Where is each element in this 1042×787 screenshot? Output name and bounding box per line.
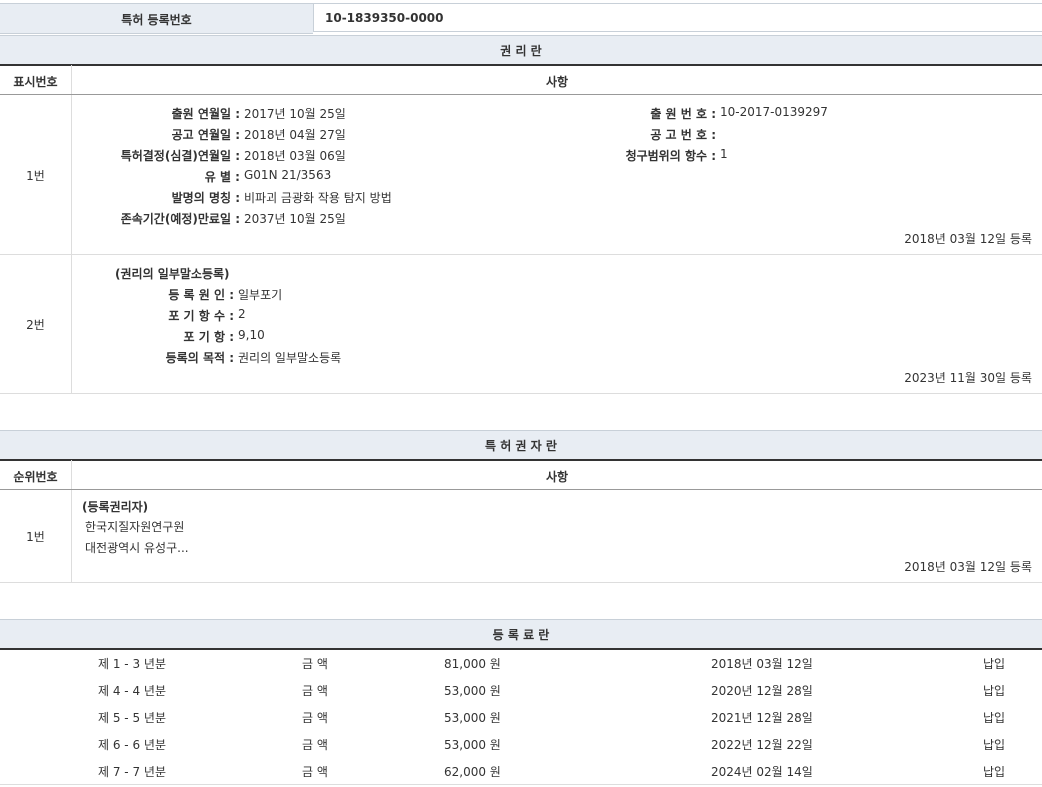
fee-paid-date: 2022년 12월 22일 <box>711 736 813 753</box>
registration-date: 2023년 11월 30일 등록 <box>904 369 1032 386</box>
fee-period: 제 4 - 4 년분 <box>98 682 166 699</box>
holder-name: 한국지질자원연구원 <box>85 518 184 535</box>
rights-section-title: 권 리 란 <box>0 36 1042 59</box>
fee-paid-date: 2024년 02월 14일 <box>711 763 813 780</box>
claims-count-value: 1 <box>720 147 728 161</box>
invention-title-value: 비파괴 금광화 작용 탐지 방법 <box>244 189 392 206</box>
claims-count-label: 청구범위의 항수 : <box>626 147 716 164</box>
patent-reg-value: 10-1839350-0000 <box>325 11 444 25</box>
application-number-label: 출 원 번 호 : <box>650 105 716 122</box>
reg-purpose-label: 등록의 목적 : <box>166 349 234 366</box>
fee-period: 제 5 - 5 년분 <box>98 709 166 726</box>
col-divider <box>71 255 72 393</box>
classification-label: 유 별 : <box>205 168 240 185</box>
rights-row-1-no: 1번 <box>0 167 71 184</box>
fee-paid-date: 2021년 12월 28일 <box>711 709 813 726</box>
registered-holder-heading: (등록권리자) <box>82 498 148 515</box>
rights-row-2-no: 2번 <box>0 316 71 333</box>
patent-reg-label: 특허 등록번호 <box>0 11 313 28</box>
rights-row-2: 2번 (권리의 일부말소등록) 등 록 원 인 : 일부포기 포 기 항 수 :… <box>0 255 1042 394</box>
fees-section-title: 등 록 료 란 <box>0 620 1042 643</box>
fee-amount: 53,000 원 <box>444 682 501 699</box>
fee-row: 제 1 - 3 년분 금 액 81,000 원 2018년 03월 12일 납입 <box>0 649 1042 676</box>
fee-amount-label: 금 액 <box>302 655 328 672</box>
fee-amount-label: 금 액 <box>302 763 328 780</box>
holders-section-header: 특 허 권 자 란 <box>0 430 1042 461</box>
decision-date-value: 2018년 03월 06일 <box>244 147 346 164</box>
holders-section-title: 특 허 권 자 란 <box>0 431 1042 454</box>
fee-row: 제 7 - 7 년분 금 액 62,000 원 2024년 02월 14일 납입 <box>0 757 1042 785</box>
fee-amount-label: 금 액 <box>302 709 328 726</box>
rights-row-1: 1번 출원 연월일 : 2017년 10월 25일 공고 연월일 : 2018년… <box>0 95 1042 255</box>
waived-claims-label: 포 기 항 : <box>184 328 234 345</box>
fee-amount: 81,000 원 <box>444 655 501 672</box>
expiry-date-label: 존속기간(예정)만료일 : <box>121 210 240 227</box>
expiry-date-value: 2037년 10월 25일 <box>244 210 346 227</box>
waived-claims-count-value: 2 <box>238 307 246 321</box>
partial-cancellation-heading: (권리의 일부말소등록) <box>115 265 230 282</box>
publication-date-label: 공고 연월일 : <box>172 126 240 143</box>
holders-col-item: 사항 <box>72 468 1042 485</box>
fee-status: 납입 <box>983 736 1005 753</box>
fee-paid-date: 2020년 12월 28일 <box>711 682 813 699</box>
filing-date-label: 출원 연월일 : <box>172 105 240 122</box>
col-divider <box>71 95 72 254</box>
patent-reg-value-cell: 10-1839350-0000 <box>313 3 1042 32</box>
publication-number-label: 공 고 번 호 : <box>650 126 716 143</box>
holder-address: 대전광역시 유성구... <box>85 539 189 556</box>
reg-cause-value: 일부포기 <box>238 286 282 303</box>
patent-reg-label-cell: 특허 등록번호 <box>0 3 313 34</box>
fee-period: 제 7 - 7 년분 <box>98 763 166 780</box>
publication-date-value: 2018년 04월 27일 <box>244 126 346 143</box>
classification-value: G01N 21/3563 <box>244 168 331 182</box>
fee-status: 납입 <box>983 682 1005 699</box>
rights-col-no: 표시번호 <box>0 73 71 90</box>
rights-section-header: 권 리 란 <box>0 35 1042 66</box>
fee-row: 제 5 - 5 년분 금 액 53,000 원 2021년 12월 28일 납입 <box>0 703 1042 730</box>
fee-amount-label: 금 액 <box>302 682 328 699</box>
rights-col-item: 사항 <box>72 73 1042 90</box>
fee-status: 납입 <box>983 709 1005 726</box>
registration-date: 2018년 03월 12일 등록 <box>904 230 1032 247</box>
decision-date-label: 특허결정(심결)연월일 : <box>121 147 240 164</box>
waived-claims-count-label: 포 기 항 수 : <box>168 307 234 324</box>
fee-amount: 53,000 원 <box>444 736 501 753</box>
fee-paid-date: 2018년 03월 12일 <box>711 655 813 672</box>
fee-amount: 62,000 원 <box>444 763 501 780</box>
invention-title-label: 발명의 명칭 : <box>172 189 240 206</box>
fee-row: 제 4 - 4 년분 금 액 53,000 원 2020년 12월 28일 납입 <box>0 676 1042 703</box>
fee-status: 납입 <box>983 763 1005 780</box>
fee-status: 납입 <box>983 655 1005 672</box>
holders-row-1: 1번 (등록권리자) 한국지질자원연구원 대전광역시 유성구... 2018년 … <box>0 490 1042 583</box>
application-number-value: 10-2017-0139297 <box>720 105 828 119</box>
col-divider <box>71 490 72 582</box>
fee-row: 제 6 - 6 년분 금 액 53,000 원 2022년 12월 22일 납입 <box>0 730 1042 757</box>
waived-claims-value: 9,10 <box>238 328 265 342</box>
holders-row-1-no: 1번 <box>0 528 71 545</box>
filing-date-value: 2017년 10월 25일 <box>244 105 346 122</box>
fee-amount: 53,000 원 <box>444 709 501 726</box>
fee-amount-label: 금 액 <box>302 736 328 753</box>
reg-cause-label: 등 록 원 인 : <box>168 286 234 303</box>
fee-period: 제 6 - 6 년분 <box>98 736 166 753</box>
holders-col-header: 순위번호 사항 <box>0 460 1042 490</box>
fees-section-header: 등 록 료 란 <box>0 619 1042 650</box>
registration-date: 2018년 03월 12일 등록 <box>904 558 1032 575</box>
reg-purpose-value: 권리의 일부말소등록 <box>238 349 341 366</box>
rights-col-header: 표시번호 사항 <box>0 65 1042 95</box>
holders-col-no: 순위번호 <box>0 468 71 485</box>
fee-period: 제 1 - 3 년분 <box>98 655 166 672</box>
